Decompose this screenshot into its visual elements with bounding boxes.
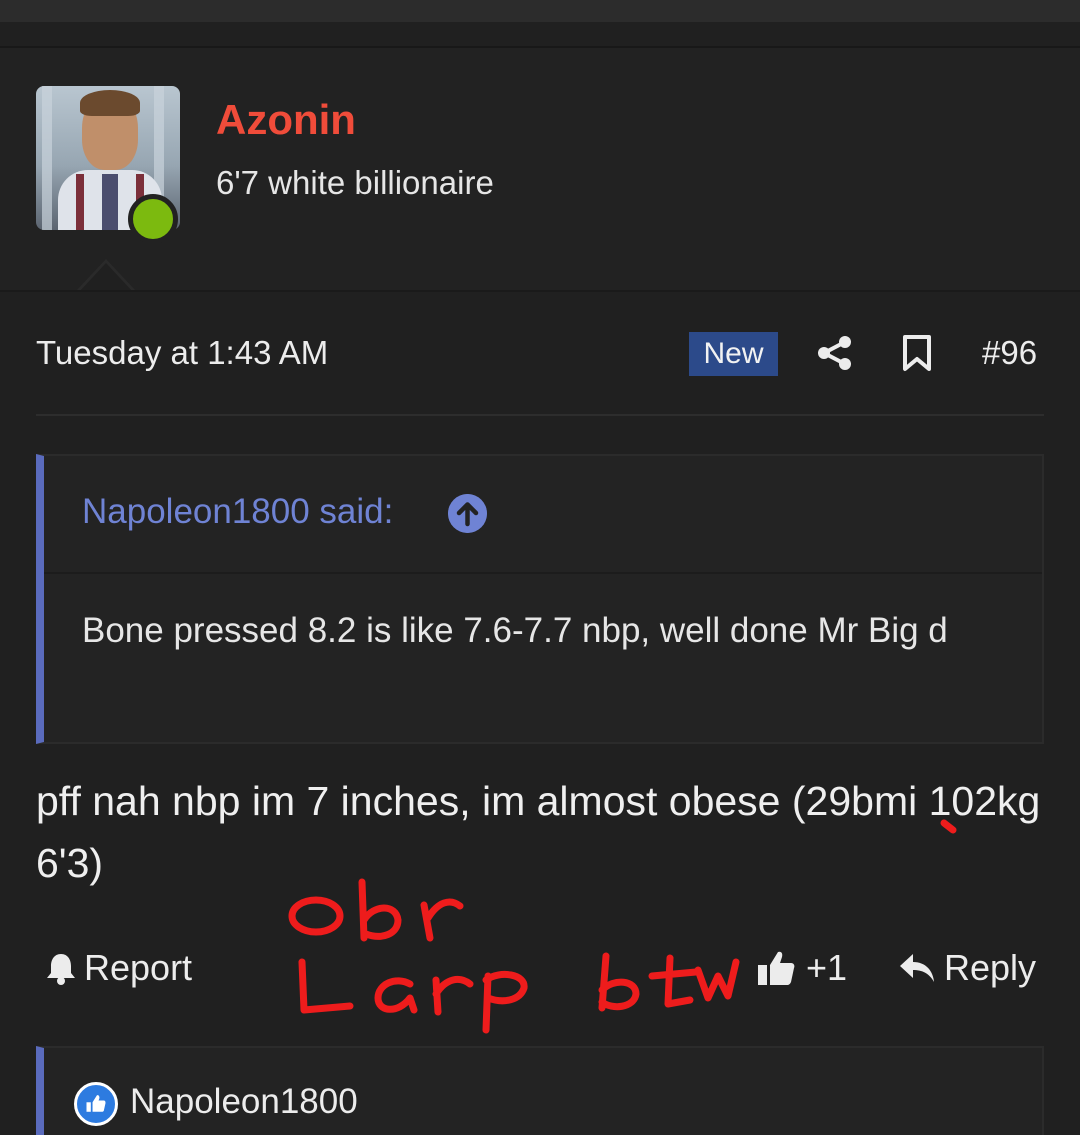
top-bar bbox=[0, 0, 1080, 22]
thumbs-up-icon bbox=[758, 951, 795, 985]
message-caret-inner bbox=[79, 263, 133, 292]
quote-text: Bone pressed 8.2 is like 7.6-7.7 nbp, we… bbox=[82, 611, 948, 650]
user-divider bbox=[0, 290, 1080, 292]
username-link[interactable]: Azonin bbox=[216, 96, 356, 144]
meta-divider bbox=[36, 414, 1044, 416]
avatar-tie bbox=[102, 174, 118, 230]
online-status-dot bbox=[128, 194, 178, 244]
reply-button[interactable]: Reply bbox=[898, 946, 1036, 990]
bell-icon bbox=[47, 954, 75, 985]
quote-author-link[interactable]: Napoleon1800 said: bbox=[82, 492, 393, 532]
post-number-link[interactable]: #96 bbox=[982, 334, 1037, 372]
like-count: +1 bbox=[806, 947, 848, 988]
quote-header-divider bbox=[44, 572, 1042, 574]
user-title: 6'7 white billionaire bbox=[216, 164, 494, 201]
report-label: Report bbox=[84, 947, 193, 988]
reaction-user-link[interactable]: Napoleon1800 bbox=[130, 1082, 358, 1122]
avatar-hair bbox=[80, 90, 140, 116]
avatar-suspender bbox=[76, 174, 84, 230]
report-button[interactable]: Report bbox=[44, 946, 192, 990]
new-badge: New bbox=[689, 332, 778, 376]
thumbs-up-icon bbox=[74, 1082, 118, 1126]
post-body: pff nah nbp im 7 inches, im almost obese… bbox=[36, 778, 1041, 886]
post-date[interactable]: Tuesday at 1:43 AM bbox=[36, 334, 328, 372]
avatar-bg-stripe bbox=[42, 86, 52, 230]
bookmark-icon[interactable] bbox=[900, 334, 934, 372]
like-button[interactable]: +1 bbox=[756, 946, 847, 990]
share-icon[interactable] bbox=[816, 334, 854, 372]
reply-label: Reply bbox=[944, 947, 1037, 988]
reply-icon bbox=[900, 954, 934, 982]
arrow-up-circle-icon[interactable] bbox=[448, 494, 487, 533]
